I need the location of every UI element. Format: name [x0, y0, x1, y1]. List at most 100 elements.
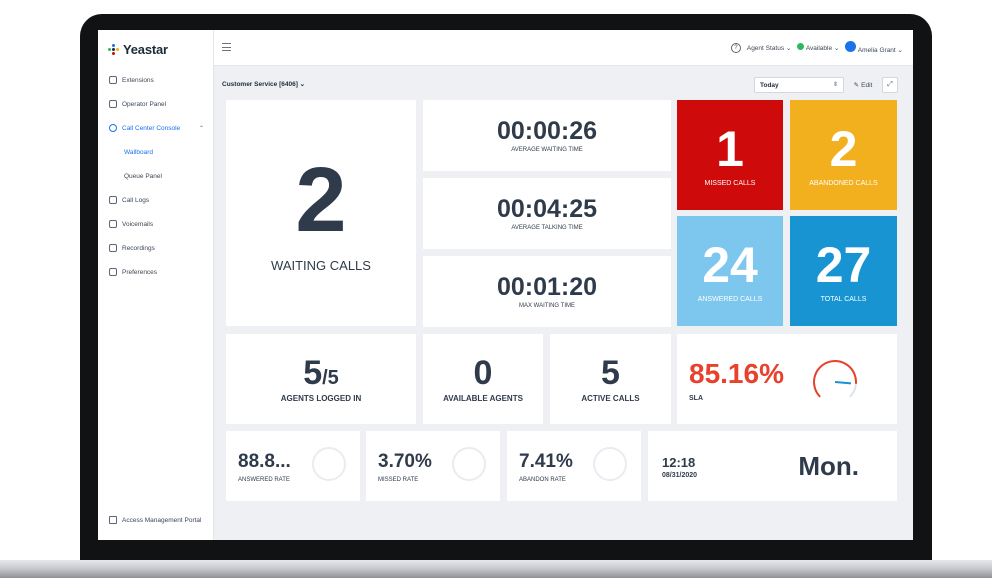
edit-button[interactable]: ✎ Edit — [849, 77, 877, 93]
microphone-icon — [109, 244, 117, 252]
date-range-value: Today — [760, 82, 779, 89]
sidebar-item-call-center-console[interactable]: Call Center Console ⌃ — [98, 116, 214, 140]
answered-calls-label: ANSWERED CALLS — [697, 295, 763, 303]
agent-status-label: Agent Status — [746, 44, 785, 52]
edit-label: Edit — [861, 81, 873, 89]
sidebar-nav: Extensions Operator Panel Call Center Co… — [98, 68, 214, 284]
waiting-calls-label: WAITING CALLS — [271, 257, 371, 273]
missed-calls-label: MISSED CALLS — [704, 179, 756, 187]
agents-logged-in-value: 5/5 — [303, 356, 339, 390]
abandon-rate-ring — [593, 447, 627, 481]
clock-card: 12:18 08/31/2020 Mon. — [648, 431, 897, 501]
avg-talking-time-card: 00:04:25 AVERAGE TALKING TIME — [423, 178, 671, 249]
agents-logged-in-count: 5 — [303, 353, 323, 392]
sla-card: 85.16% SLA — [677, 334, 897, 424]
sla-label: SLA — [689, 395, 703, 402]
sidebar-item-label: Recordings — [122, 244, 155, 252]
sla-gauge-needle — [834, 381, 852, 385]
operator-panel-icon — [109, 100, 117, 108]
avg-waiting-time-label: AVERAGE WAITING TIME — [511, 146, 583, 153]
missed-calls-tile: 1 MISSED CALLS — [677, 100, 783, 210]
queue-selector[interactable]: Customer Service [6406] ⌄ — [222, 80, 305, 88]
clock-day: Mon. — [798, 451, 859, 481]
answered-rate-label: ANSWERED RATE — [238, 477, 290, 483]
pencil-icon: ✎ — [853, 82, 860, 89]
fullscreen-icon[interactable]: ⤢ — [882, 77, 898, 93]
max-waiting-time-label: MAX WAITING TIME — [518, 302, 575, 309]
total-calls-value: 27 — [815, 236, 872, 293]
sidebar-item-label: Preferences — [122, 268, 158, 276]
chevron-updown-icon: ⇕ — [832, 82, 838, 88]
agents-logged-in-total: /5 — [322, 366, 339, 389]
agents-logged-in-label: AGENTS LOGGED IN — [280, 393, 362, 403]
access-management-portal-link[interactable]: Access Management Portal — [109, 516, 201, 524]
available-agents-card: 0 AVAILABLE AGENTS — [423, 334, 543, 424]
sidebar-subitem-label: Queue Panel — [124, 172, 162, 180]
avg-talking-time-label: AVERAGE TALKING TIME — [511, 224, 583, 231]
sidebar-subitem-label: Wallboard — [124, 148, 154, 156]
sidebar-item-operator-panel[interactable]: Operator Panel — [98, 92, 214, 116]
avatar — [845, 41, 857, 52]
sidebar-item-label: Call Center Console — [122, 124, 181, 132]
user-name: Amelia Grant — [857, 47, 896, 54]
answered-calls-tile: 24 ANSWERED CALLS — [677, 216, 783, 326]
max-waiting-time-card: 00:01:20 MAX WAITING TIME — [423, 256, 671, 327]
sidebar-item-label: Extensions — [122, 76, 154, 84]
sla-value: 85.16% — [689, 358, 784, 389]
active-calls-card: 5 ACTIVE CALLS — [550, 334, 671, 424]
clock-date: 08/31/2020 — [662, 472, 698, 479]
abandoned-calls-label: ABANDONED CALLS — [809, 179, 878, 187]
missed-rate-label: MISSED RATE — [378, 477, 419, 483]
sidebar-item-label: Voicemails — [122, 220, 154, 228]
sidebar-subitem-queue-panel[interactable]: Queue Panel — [98, 164, 214, 188]
missed-rate-ring — [452, 447, 486, 481]
answered-calls-value: 24 — [702, 236, 758, 293]
abandoned-calls-tile: 2 ABANDONED CALLS — [790, 100, 897, 210]
laptop-base — [0, 560, 992, 578]
sla-gauge-arc — [813, 360, 857, 398]
sidebar-item-recordings[interactable]: Recordings — [98, 236, 214, 260]
abandoned-calls-value: 2 — [829, 120, 858, 177]
abandon-rate-card: 7.41% ABANDON RATE — [507, 431, 641, 501]
answered-rate-ring — [312, 447, 346, 481]
help-icon[interactable]: ? — [730, 42, 741, 53]
queue-label: Customer Service [6406] — [222, 81, 298, 88]
topbar: ? Agent Status ⌄ Available ⌄ Amelia Gran… — [214, 30, 913, 66]
available-agents-value: 0 — [473, 353, 493, 392]
abandon-rate-value: 7.41% — [519, 451, 573, 472]
user-menu[interactable]: Amelia Grant ⌄ — [845, 41, 903, 54]
date-range-select[interactable]: Today ⇕ — [754, 77, 844, 93]
call-logs-icon — [109, 196, 117, 204]
voicemail-icon — [109, 220, 117, 228]
sidebar-item-voicemails[interactable]: Voicemails — [98, 212, 214, 236]
availability-label: Available — [805, 45, 833, 52]
sidebar-subitem-wallboard[interactable]: Wallboard — [98, 140, 214, 164]
agent-status-dropdown[interactable]: Agent Status ⌄ — [747, 44, 792, 52]
active-calls-value: 5 — [601, 353, 620, 392]
headset-icon — [109, 124, 117, 132]
missed-calls-value: 1 — [716, 120, 744, 177]
available-status-icon — [797, 43, 805, 50]
clock-time: 12:18 — [662, 455, 696, 470]
laptop-screen: Yeastar Extensions Operator Panel Call C… — [98, 30, 913, 540]
sidebar-item-preferences[interactable]: Preferences — [98, 260, 214, 284]
agents-logged-in-card: 5/5 AGENTS LOGGED IN — [226, 334, 416, 424]
sidebar-item-call-logs[interactable]: Call Logs — [98, 188, 214, 212]
sidebar-item-extensions[interactable]: Extensions — [98, 68, 214, 92]
topbar-actions: ? Agent Status ⌄ Available ⌄ Amelia Gran… — [730, 41, 903, 54]
missed-rate-card: 3.70% MISSED RATE — [366, 431, 500, 501]
max-waiting-time-value: 00:01:20 — [496, 272, 598, 301]
brand[interactable]: Yeastar — [108, 42, 168, 57]
active-calls-label: ACTIVE CALLS — [581, 393, 640, 403]
availability-dropdown[interactable]: Available ⌄ — [797, 43, 839, 52]
sidebar-item-label: Operator Panel — [122, 100, 167, 108]
answered-rate-card: 88.8... ANSWERED RATE — [226, 431, 360, 501]
total-calls-tile: 27 TOTAL CALLS — [790, 216, 897, 326]
portal-icon — [109, 516, 117, 524]
sla-gauge — [813, 360, 857, 398]
sidebar-footer-label: Access Management Portal — [122, 516, 202, 524]
menu-toggle-icon[interactable] — [222, 43, 231, 51]
abandon-rate-label: ABANDON RATE — [519, 477, 566, 483]
avg-talking-time-value: 00:04:25 — [496, 194, 598, 223]
sidebar-item-label: Call Logs — [122, 196, 150, 204]
